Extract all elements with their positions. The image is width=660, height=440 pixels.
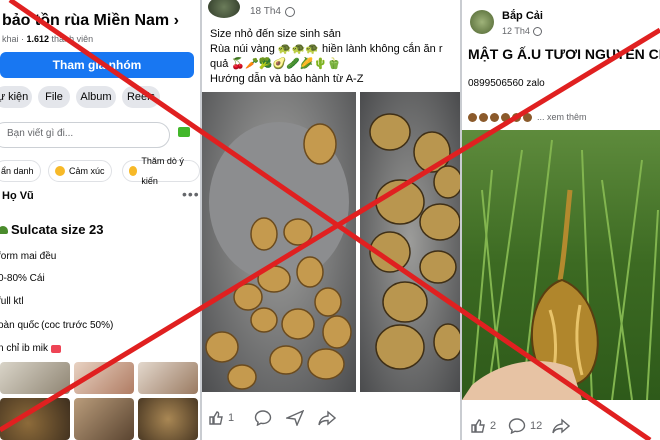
post-timestamp[interactable]: 12 Th4: [502, 26, 542, 36]
tab-label: ự kiện: [0, 91, 29, 103]
avatar[interactable]: [208, 0, 240, 18]
like-button[interactable]: 2: [470, 418, 496, 434]
send-button[interactable]: [284, 409, 305, 431]
like-icon: [471, 419, 485, 433]
bear-icon: [523, 112, 532, 122]
tab-album[interactable]: Album: [76, 86, 116, 108]
member-suffix: thành viên: [49, 34, 94, 44]
post-line: Rùa núi vàng 🐢🐢🐢 hiền lành không cắn ăn …: [210, 43, 443, 55]
post-photo[interactable]: [202, 92, 356, 392]
post-photo[interactable]: [138, 362, 198, 394]
globe-icon: [532, 26, 542, 36]
action-label: Thăm dò ý kiến: [141, 156, 184, 186]
honey-bag-photo: [462, 139, 659, 400]
post-author[interactable]: Họ Vũ: [2, 190, 34, 202]
action-label: ẩn danh: [1, 166, 34, 176]
post-text: Size nhỏ đến size sinh sản Rùa núi vàng …: [210, 27, 443, 87]
join-group-button[interactable]: Tham gia nhóm: [0, 52, 194, 78]
post-line: full ktl: [0, 296, 24, 307]
bear-icon: [501, 112, 510, 122]
composer-input[interactable]: Bạn viết gì đi...: [0, 122, 170, 148]
poll-icon: [129, 166, 138, 176]
tortoise-photo: [205, 122, 352, 390]
see-more-link[interactable]: ... xem thêm: [537, 112, 587, 122]
group-privacy-label: khai ·: [2, 34, 27, 44]
post-line: 0-80% Cái: [0, 273, 45, 284]
post-timestamp[interactable]: 18 Th4: [250, 6, 295, 17]
bear-icon: [512, 112, 521, 122]
comment-icon: [254, 410, 272, 427]
more-icon[interactable]: •••: [182, 186, 200, 202]
avatar[interactable]: [470, 10, 494, 34]
post-photo[interactable]: [74, 398, 134, 440]
turtle-icon: [0, 225, 8, 234]
anonymous-post-button[interactable]: ẩn danh: [0, 160, 41, 182]
group-name: bảo tồn rùa Miền Nam: [2, 12, 170, 29]
post-headline: MẬT G Ấ.U TƯƠI NGUYÊN CHI: [468, 46, 660, 62]
like-count: 1: [228, 412, 235, 424]
globe-icon: [284, 6, 295, 17]
post-photo[interactable]: [0, 362, 70, 394]
share-icon: [318, 410, 337, 426]
tab-events[interactable]: ự kiện: [0, 86, 32, 108]
share-button[interactable]: [552, 418, 571, 439]
bear-icon: [490, 112, 499, 122]
tab-label: File: [45, 91, 63, 103]
post-line: quả 🍒🥕🥦🥑🥒🌽🌵🫑: [210, 58, 341, 70]
comment-icon: [508, 418, 526, 434]
post-author[interactable]: Bắp Cải: [502, 10, 543, 22]
phone-line: 0899506560 zalo: [468, 78, 545, 89]
group-title[interactable]: bảo tồn rùa Miền Nam ›: [2, 12, 179, 30]
composer-placeholder: Bạn viết gì đi...: [7, 128, 74, 139]
post-headline: Sulcata size 23: [0, 222, 104, 237]
post-line: Sulcata size 23: [11, 222, 104, 237]
member-count: khai · 1.612 thành viên: [2, 34, 93, 44]
post-photo[interactable]: [74, 362, 134, 394]
tab-label: Album: [80, 91, 112, 103]
comment-count: 12: [530, 420, 543, 432]
tab-reels[interactable]: Reels: [122, 86, 160, 108]
tab-files[interactable]: File: [38, 86, 70, 108]
action-label: Cảm xúc: [69, 166, 105, 176]
post-line-contact: n chỉ ib mik: [0, 343, 62, 354]
honey-post-panel: Bắp Cải 12 Th4 MẬT G Ấ.U TƯƠI NGUYÊN CHI…: [462, 0, 660, 440]
like-count: 2: [490, 420, 497, 432]
comment-button[interactable]: [254, 410, 272, 431]
like-button[interactable]: 1: [208, 410, 234, 426]
post-date: 12 Th4: [502, 26, 530, 36]
chevron-right-icon: ›: [173, 12, 179, 29]
poll-button[interactable]: Thăm dò ý kiến: [122, 156, 200, 186]
join-group-label: Tham gia nhóm: [52, 58, 142, 72]
bear-icon: [468, 112, 477, 122]
smiley-icon: [55, 166, 65, 176]
like-icon: [209, 411, 223, 425]
post-line: form mai đều: [0, 251, 57, 262]
tab-label: Reels: [126, 91, 156, 103]
post-photo[interactable]: [462, 130, 660, 400]
post-date: 18 Th4: [250, 6, 281, 17]
photo-icon[interactable]: [178, 127, 190, 137]
post-line: Size nhỏ đến size sinh sản: [210, 28, 341, 40]
member-number: 1.612: [26, 34, 50, 44]
comment-button[interactable]: 12: [508, 418, 542, 434]
send-icon: [284, 409, 305, 427]
group-panel: bảo tồn rùa Miền Nam › khai · 1.612 thàn…: [0, 0, 200, 440]
post-photo[interactable]: [0, 398, 70, 440]
share-button[interactable]: [318, 410, 337, 431]
feeling-button[interactable]: Cảm xúc: [48, 160, 112, 182]
turtle-post-panel: 18 Th4 Size nhỏ đến size sinh sản Rùa nú…: [202, 0, 460, 440]
post-line: Hướng dẫn và bảo hành từ A-Z: [210, 73, 364, 85]
share-icon: [552, 418, 571, 434]
mailbox-icon: [51, 344, 62, 353]
post-line: n chỉ ib mik: [0, 343, 49, 354]
bear-icon: [479, 112, 488, 122]
tortoise-photo: [369, 113, 460, 370]
post-photo[interactable]: [360, 92, 460, 392]
post-photo[interactable]: [138, 398, 198, 440]
emoji-row: ... xem thêm: [468, 112, 587, 122]
post-line: oàn quốc (coc trước 50%): [0, 320, 114, 331]
